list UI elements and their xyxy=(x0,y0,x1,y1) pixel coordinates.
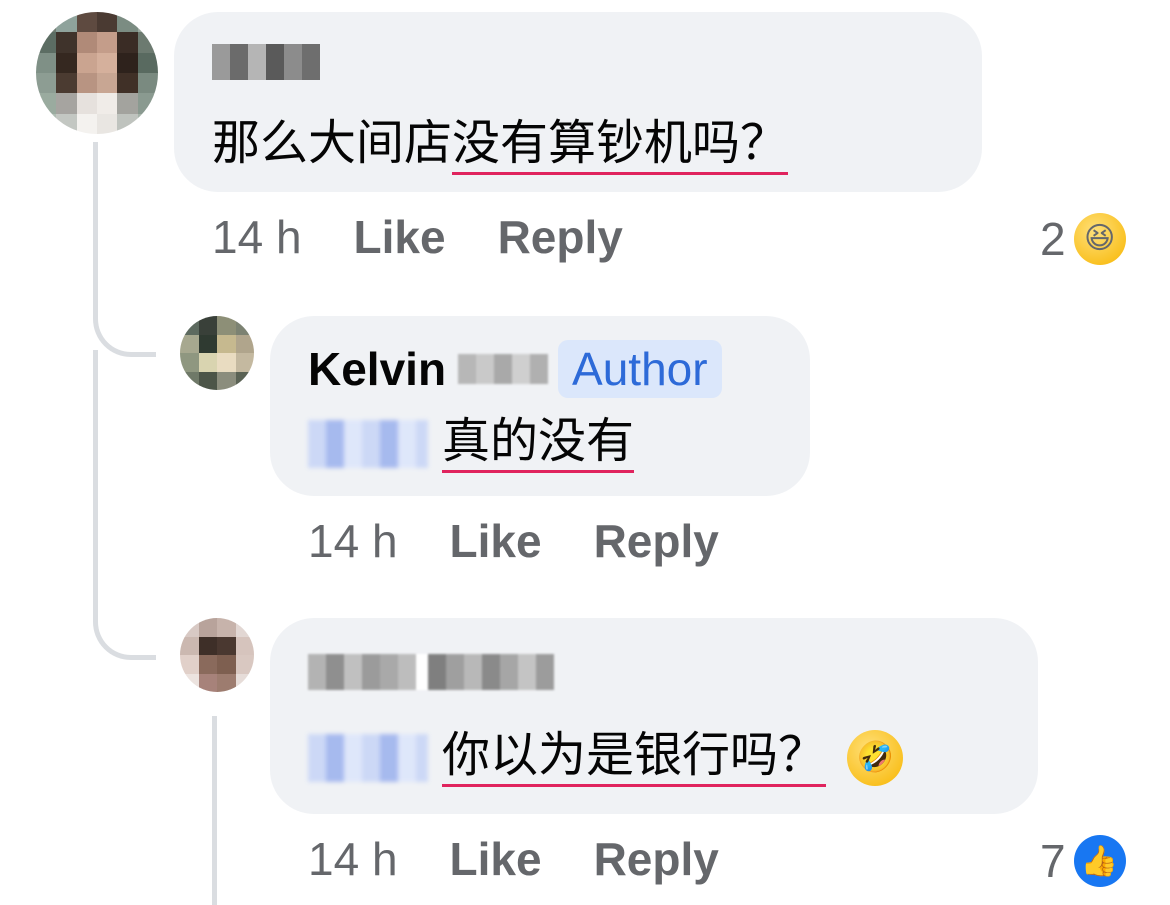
thread-line-main-lower xyxy=(93,350,98,600)
blurred-name xyxy=(212,44,320,80)
avatar[interactable] xyxy=(180,618,254,692)
reaction-count: 7 xyxy=(1040,835,1066,887)
comment-text-underlined: 你以为是银行吗？ xyxy=(442,729,827,787)
avatar[interactable] xyxy=(180,316,254,390)
thumbs-up-icon: 👍 xyxy=(1073,835,1126,887)
timestamp[interactable]: 14 h xyxy=(308,832,398,886)
timestamp[interactable]: 14 h xyxy=(212,210,302,264)
comment-author-name[interactable] xyxy=(308,654,554,690)
comment-author-name[interactable] xyxy=(212,44,320,80)
thread-line-main xyxy=(93,142,98,302)
blurred-name xyxy=(308,654,554,690)
reaction-summary[interactable]: 2 😆 xyxy=(1040,212,1126,266)
blurred-mention[interactable] xyxy=(308,734,428,783)
author-badge: Author xyxy=(558,340,722,398)
reply-button[interactable]: Reply xyxy=(498,210,623,264)
comment-text-underlined: 真的没有 xyxy=(442,415,635,473)
like-button[interactable]: Like xyxy=(450,514,542,568)
comment-actions: 14 h Like Reply xyxy=(308,514,719,568)
like-button[interactable]: Like xyxy=(450,832,542,886)
thread-curve-reply-2 xyxy=(93,600,156,660)
blurred-last-name xyxy=(458,354,549,384)
comment-text-underlined: 没有算钞机吗？ xyxy=(452,117,789,175)
reaction-count: 2 xyxy=(1040,213,1066,265)
comment-actions: 14 h Like Reply xyxy=(212,210,623,264)
comment-text-plain: 那么大间店 xyxy=(212,117,453,170)
author-first-name[interactable]: Kelvin xyxy=(308,342,446,396)
comment-text: 你以为是银行吗？ 🤣 xyxy=(308,728,904,787)
timestamp[interactable]: 14 h xyxy=(308,514,398,568)
reaction-summary[interactable]: 7 👍 xyxy=(1040,834,1126,888)
laughing-emoji-icon: 😆 xyxy=(1073,213,1126,265)
reply-button[interactable]: Reply xyxy=(594,832,719,886)
like-button[interactable]: Like xyxy=(354,210,446,264)
comment-actions: 14 h Like Reply xyxy=(308,832,719,886)
thread-line-reply-2 xyxy=(212,716,217,905)
comment-text: 那么大间店没有算钞机吗？ xyxy=(212,116,789,175)
avatar[interactable] xyxy=(36,12,158,134)
rofl-emoji-icon: 🤣 xyxy=(847,730,904,787)
comment-text: 真的没有 xyxy=(308,414,635,473)
thread-curve-reply-1 xyxy=(93,300,156,357)
blurred-mention[interactable] xyxy=(308,420,428,469)
comment-author-name[interactable]: Kelvin Author xyxy=(308,340,722,398)
reply-button[interactable]: Reply xyxy=(594,514,719,568)
